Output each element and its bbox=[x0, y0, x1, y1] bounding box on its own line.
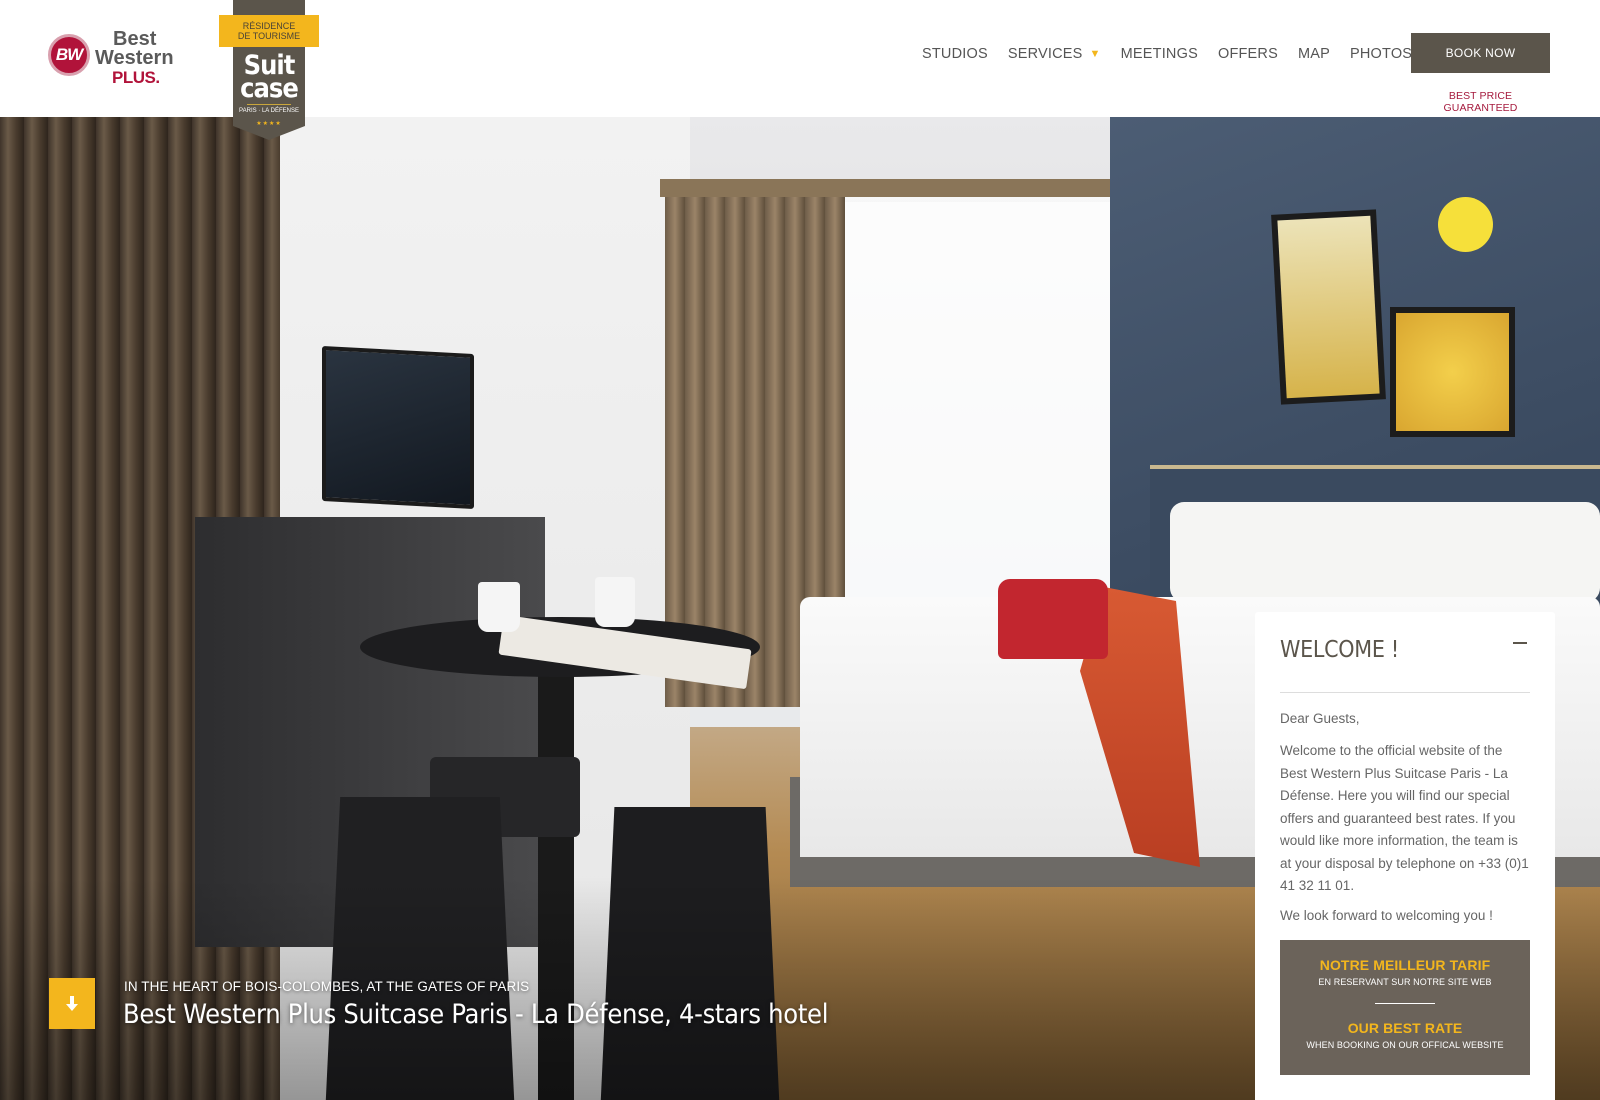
arrow-down-icon bbox=[66, 995, 78, 1011]
rate-fr-title: NOTRE MEILLEUR TARIF bbox=[1319, 957, 1491, 973]
bw-logo-text: Best Western PLUS. bbox=[95, 28, 174, 87]
nav-map[interactable]: MAP bbox=[1288, 46, 1340, 62]
nav-photos[interactable]: PHOTOS bbox=[1340, 46, 1422, 62]
collapse-icon[interactable] bbox=[1513, 642, 1527, 644]
scroll-down-button[interactable] bbox=[49, 978, 95, 1029]
hero-subtitle: IN THE HEART OF BOIS-COLOMBES, AT THE GA… bbox=[124, 979, 530, 994]
rate-separator bbox=[1375, 1003, 1435, 1004]
handbag-decor bbox=[998, 579, 1108, 659]
badge-word-case: case bbox=[240, 73, 299, 104]
welcome-body: Welcome to the official website of the B… bbox=[1280, 743, 1529, 893]
hero-title: Best Western Plus Suitcase Paris - La Dé… bbox=[123, 999, 829, 1030]
tv-decor bbox=[322, 346, 474, 509]
nav-studios[interactable]: STUDIOS bbox=[912, 46, 998, 62]
suitcase-badge-logo[interactable]: RÉSIDENCE DE TOURISME Suit case PARIS · … bbox=[219, 0, 319, 140]
nav-services[interactable]: SERVICES ▼ bbox=[998, 46, 1111, 62]
clock-decor bbox=[1438, 197, 1493, 252]
best-western-plus-logo[interactable]: BW Best Western PLUS. bbox=[48, 28, 174, 88]
badge-ribbon: RÉSIDENCE DE TOURISME bbox=[219, 15, 319, 47]
badge-stars: ★★★★ bbox=[256, 121, 282, 127]
rate-en-subtitle: WHEN BOOKING ON OUR OFFICAL WEBSITE bbox=[1306, 1040, 1504, 1050]
divider bbox=[1280, 692, 1530, 693]
welcome-greeting: Dear Guests, bbox=[1280, 711, 1360, 726]
nav-offers[interactable]: OFFERS bbox=[1208, 46, 1288, 62]
welcome-closing: We look forward to welcoming you ! bbox=[1280, 908, 1493, 923]
rate-fr-subtitle: EN RESERVANT SUR NOTRE SITE WEB bbox=[1318, 977, 1492, 987]
nav-meetings[interactable]: MEETINGS bbox=[1111, 46, 1208, 62]
wall-frame bbox=[1390, 307, 1515, 437]
best-price-guaranteed: BEST PRICE GUARANTEED bbox=[1443, 90, 1518, 114]
wall-frame bbox=[1271, 209, 1386, 405]
welcome-panel: WELCOME ! Dear Guests, Welcome to the of… bbox=[1255, 612, 1555, 1100]
rate-en-title: OUR BEST RATE bbox=[1347, 1020, 1463, 1036]
main-nav: STUDIOS SERVICES ▼ MEETINGS OFFERS MAP PH… bbox=[912, 46, 1422, 62]
badge-divider bbox=[247, 104, 291, 105]
caret-down-icon: ▼ bbox=[1089, 48, 1101, 60]
badge-location: PARIS · LA DÉFENSE bbox=[239, 108, 299, 114]
best-rate-box[interactable]: NOTRE MEILLEUR TARIF EN RESERVANT SUR NO… bbox=[1280, 940, 1530, 1075]
bw-logo-mark: BW bbox=[48, 34, 90, 76]
book-now-button[interactable]: BOOK NOW bbox=[1411, 33, 1550, 73]
welcome-title: WELCOME ! bbox=[1280, 637, 1399, 663]
